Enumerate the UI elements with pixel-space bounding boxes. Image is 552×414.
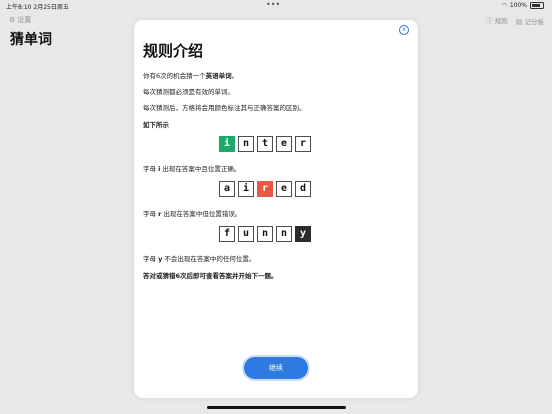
close-button[interactable]: x (399, 25, 409, 35)
tile: r (257, 181, 273, 197)
caption-prefix: 字母 (143, 210, 159, 218)
continue-button[interactable]: 继续 (244, 357, 308, 379)
rule-intro: 你有6次的机会猜一个英语单词。 (143, 70, 238, 80)
tile: u (238, 226, 254, 242)
caption-suffix: 出现在答案中且位置正确。 (160, 165, 241, 173)
tile: d (295, 181, 311, 197)
intro-bold: 英语单词 (205, 72, 232, 80)
example-row-3: f u n n y (219, 226, 311, 242)
final-note: 答对或猜错6次后即可查看答案并开始下一题。 (143, 272, 278, 280)
close-icon: x (402, 26, 406, 33)
caption-prefix: 字母 (143, 165, 159, 173)
tile: n (238, 136, 254, 152)
rules-modal: x 规则介绍 你有6次的机会猜一个英语单词。 每次猜测都必须是有效的单词。 每次… (134, 20, 418, 398)
tile: i (238, 181, 254, 197)
tile: f (219, 226, 235, 242)
tile: r (295, 136, 311, 152)
tile: e (276, 136, 292, 152)
rule-valid-word: 每次猜测都必须是有效的单词。 (143, 88, 234, 96)
intro-suffix: 。 (231, 72, 239, 80)
home-indicator[interactable] (207, 406, 346, 409)
rule-color-hint: 每次猜测后，方格将会用颜色标注其与正确答案的区别。 (143, 104, 306, 112)
example-caption-1: 字母 i 出现在答案中且位置正确。 (143, 163, 240, 173)
intro-prefix: 你有6次的机会猜一个 (143, 72, 206, 80)
tile: i (219, 136, 235, 152)
modal-title: 规则介绍 (143, 42, 204, 60)
example-row-1: i n t e r (219, 136, 311, 152)
example-caption-3: 字母 y 不会出现在答案中的任何位置。 (143, 253, 255, 263)
tile: t (257, 136, 273, 152)
caption-suffix: 出现在答案中但位置错误。 (161, 210, 242, 218)
example-caption-2: 字母 r 出现在答案中但位置错误。 (143, 208, 241, 218)
tile: n (276, 226, 292, 242)
tile: e (276, 181, 292, 197)
caption-prefix: 字母 (143, 255, 159, 263)
caption-suffix: 不会出现在答案中的任何位置。 (162, 255, 256, 263)
examples-heading: 如下所示 (143, 121, 169, 129)
tile: n (257, 226, 273, 242)
tile: y (295, 226, 311, 242)
tile: a (219, 181, 235, 197)
example-row-2: a i r e d (219, 181, 311, 197)
